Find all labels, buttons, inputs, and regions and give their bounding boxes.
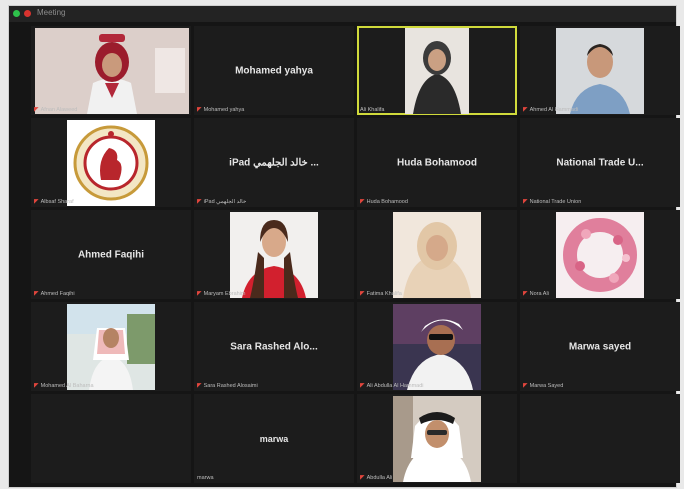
mic-muted-icon: ◤ (197, 107, 202, 113)
participant-name-label: Sara Rashed Alosaimi (203, 383, 258, 389)
participant-tile[interactable]: Huda Bohamood ◤ Huda Bohamood (357, 118, 517, 207)
participant-name: Ahmed Faqihi (77, 249, 145, 260)
mic-muted-icon: ◤ (523, 199, 528, 205)
participant-name-label: Mohamed Al Baharna (40, 383, 94, 389)
participant-name-label: Maryam Ebrahim (203, 291, 246, 297)
participant-video (393, 396, 481, 482)
mic-muted-icon: ◤ (34, 383, 39, 389)
mic-muted-icon: ◤ (360, 199, 365, 205)
participant-name: Sara Rashed Alo... (230, 341, 318, 352)
meeting-window: Meeting ◤ Afnan Alaweed Mohamed yahya ◤ Mo… (9, 6, 680, 487)
participant-name: National Trade U... (556, 157, 644, 168)
participant-tile[interactable]: ◤ Ali Abdulla Al Hammadi (357, 302, 517, 391)
participant-tile-active-speaker[interactable]: Ali Khalifa (357, 26, 517, 115)
participant-name: Huda Bohamood (397, 157, 477, 168)
participant-tile[interactable]: Sara Rashed Alo... ◤ Sara Rashed Alosaimi (194, 302, 354, 391)
participant-tile[interactable]: Mohamed yahya ◤ Mohamed yahya (194, 26, 354, 115)
mic-muted-icon: ◤ (360, 291, 365, 297)
participant-name-label: Ali Khalifa (360, 107, 385, 113)
participant-name-label: Mohamed yahya (203, 107, 245, 113)
participant-name-label: Ahmed Al Hammadi (529, 107, 579, 113)
participant-name-label: marwa (197, 475, 214, 481)
mic-muted-icon: ◤ (197, 199, 202, 205)
mic-muted-icon: ◤ (34, 291, 39, 297)
participant-tile[interactable]: iPad خالد الجلهمي ... ◤ iPad خالد الجلهمي (194, 118, 354, 207)
participant-name-label: Fatima Khalifa (366, 291, 402, 297)
participant-name-label: Huda Bohamood (366, 199, 408, 205)
mic-muted-icon: ◤ (197, 291, 202, 297)
participant-video (67, 304, 155, 390)
participant-avatar-image (556, 212, 644, 298)
participant-video (393, 212, 481, 298)
participant-name-label: Nora Ali (529, 291, 549, 297)
participant-name-label: National Trade Union (529, 199, 582, 205)
participant-tile[interactable]: marwa marwa (194, 394, 354, 483)
participant-video (393, 304, 481, 390)
participant-name-label: Ali Abdulla Al Hammadi (366, 383, 424, 389)
participant-logo (67, 120, 155, 206)
participant-name-label: Marwa Sayed (529, 383, 564, 389)
title-bar: Meeting (9, 6, 676, 22)
mic-muted-icon: ◤ (360, 475, 365, 481)
participant-tile[interactable]: ◤ Abdulla Ali (357, 394, 517, 483)
participant-tile[interactable]: ◤ Ahmed Al Hammadi (520, 26, 680, 115)
participant-name-label: iPad خالد الجلهمي (203, 199, 247, 205)
mic-muted-icon: ◤ (523, 107, 528, 113)
participant-tile[interactable]: ◤ Fatima Khalifa (357, 210, 517, 299)
window-title: Meeting (37, 8, 66, 17)
participant-tile[interactable]: ◤ Albsaf Sharaf (31, 118, 191, 207)
participant-video (35, 28, 189, 114)
participant-name-label: Abdulla Ali (366, 475, 393, 481)
participant-name-label: Afnan Alaweed (40, 107, 78, 113)
mic-muted-icon: ◤ (523, 291, 528, 297)
empty-tile (520, 394, 680, 483)
participant-tile[interactable]: ◤ Afnan Alaweed (31, 26, 191, 115)
participant-tile[interactable]: Ahmed Faqihi ◤ Ahmed Faqihi (31, 210, 191, 299)
mic-muted-icon: ◤ (360, 383, 365, 389)
mic-muted-icon: ◤ (34, 107, 39, 113)
participant-video (556, 28, 644, 114)
participant-tile[interactable]: ◤ Nora Ali (520, 210, 680, 299)
mic-muted-icon: ◤ (197, 383, 202, 389)
participant-tile[interactable]: National Trade U... ◤ National Trade Unio… (520, 118, 680, 207)
participant-tile[interactable]: ◤ Maryam Ebrahim (194, 210, 354, 299)
gallery-view: ◤ Afnan Alaweed Mohamed yahya ◤ Mohamed ya… (31, 26, 680, 483)
participant-name-label: Ahmed Faqihi (40, 291, 75, 297)
participant-video (230, 212, 318, 298)
participant-name: Mohamed yahya (235, 65, 313, 76)
mic-muted-icon: ◤ (34, 199, 39, 205)
security-status-icon[interactable] (13, 10, 20, 17)
participant-name: iPad خالد الجلهمي ... (229, 157, 319, 168)
record-status-icon (24, 10, 31, 17)
empty-tile (31, 394, 191, 483)
participant-name-label: Albsaf Sharaf (40, 199, 74, 205)
participant-video (405, 28, 469, 114)
participant-name: Marwa sayed (568, 341, 632, 352)
participant-name: marwa (259, 433, 289, 444)
participant-tile[interactable]: Marwa sayed ◤ Marwa Sayed (520, 302, 680, 391)
mic-muted-icon: ◤ (523, 383, 528, 389)
participant-tile[interactable]: ◤ Mohamed Al Baharna (31, 302, 191, 391)
